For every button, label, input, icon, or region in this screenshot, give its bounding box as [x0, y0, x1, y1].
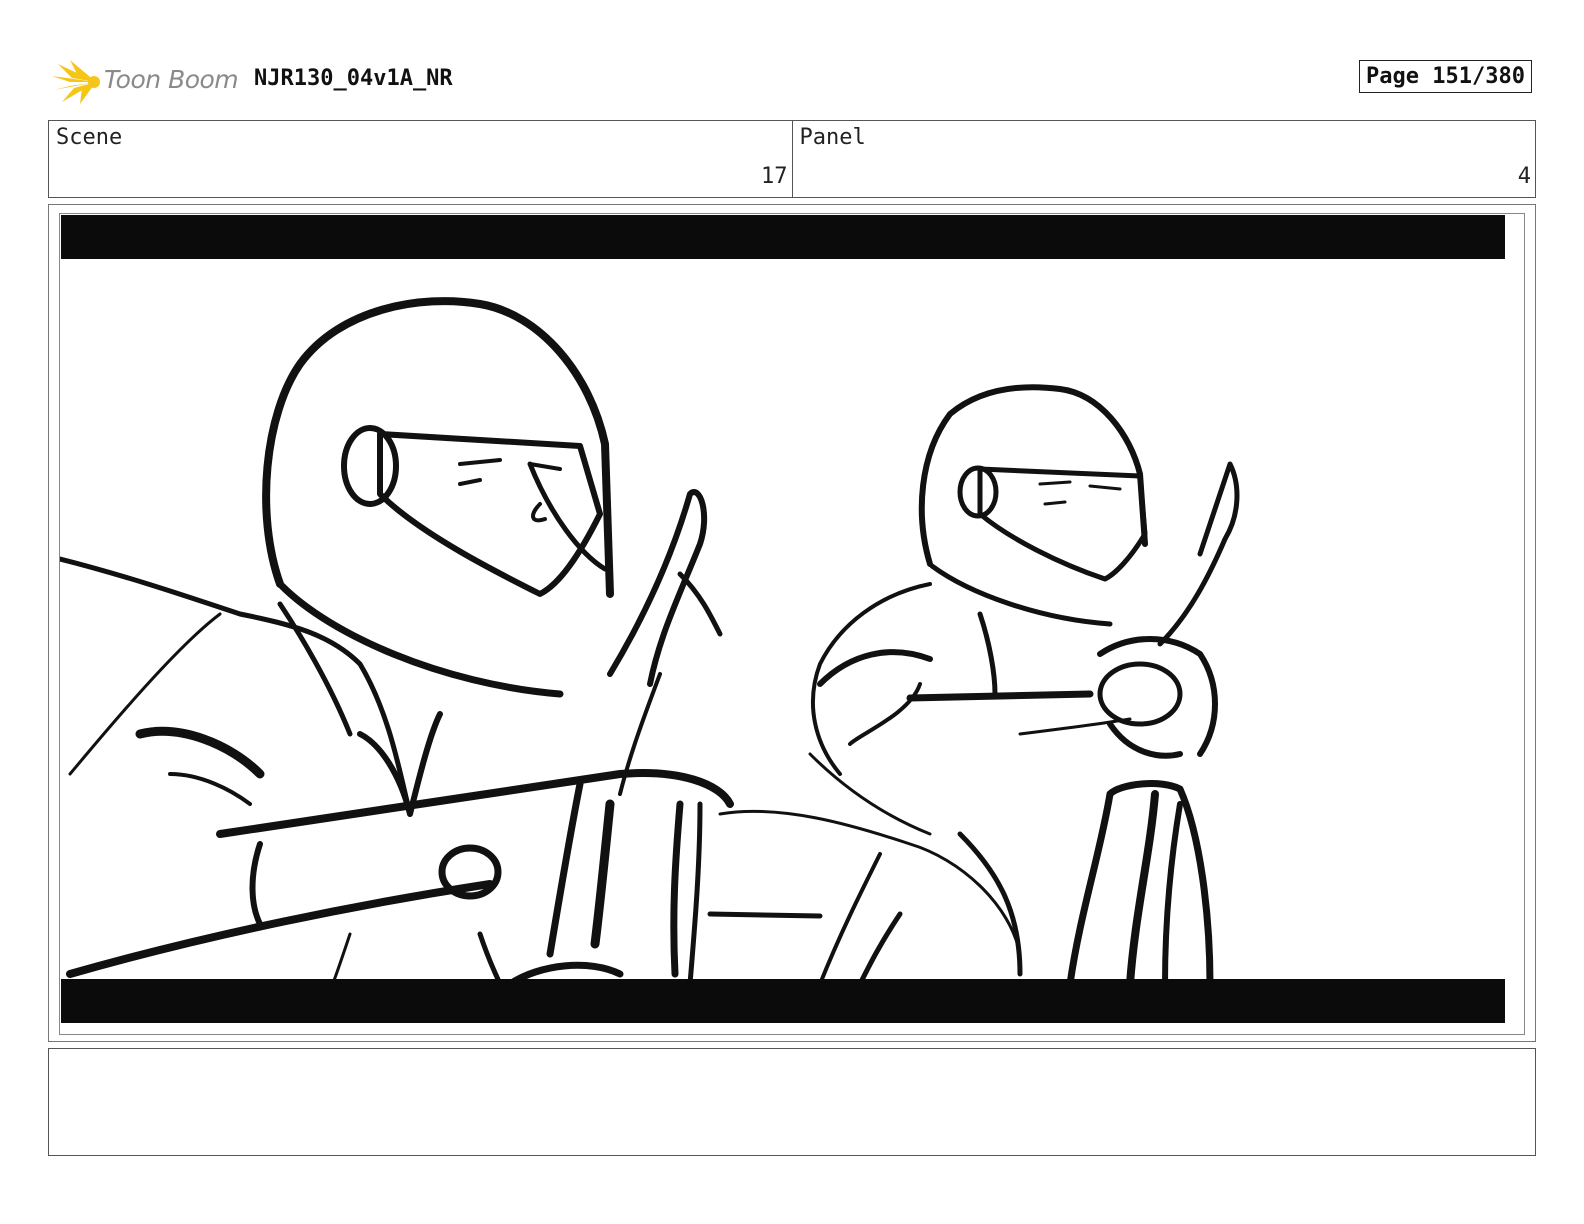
scene-panel-info: Scene 17 Panel 4 — [48, 120, 1536, 198]
toon-boom-logo: Toon Boom — [52, 56, 242, 106]
scene-label: Scene — [56, 125, 123, 150]
page-number: Page 151/380 — [1366, 64, 1525, 89]
logo-text: Toon Boom — [104, 65, 239, 94]
letterbox-bottom-bar — [61, 979, 1505, 1023]
page-header: Toon Boom NJR130_04v1A_NR Page 151/380 — [52, 56, 1532, 106]
scene-cell: Scene 17 — [49, 121, 792, 197]
storyboard-sketch — [59, 213, 1525, 1035]
starburst-icon — [52, 60, 100, 104]
panel-cell: Panel 4 — [791, 121, 1536, 197]
storyboard-panel-frame — [48, 204, 1536, 1042]
letterbox-top-bar — [61, 215, 1505, 259]
sketch-drawing — [60, 215, 1505, 1023]
panel-number: 4 — [1517, 164, 1531, 189]
panel-label: Panel — [799, 125, 866, 150]
panel-notes-box — [48, 1048, 1536, 1156]
scene-number: 17 — [761, 164, 788, 189]
page-number-box: Page 151/380 — [1359, 60, 1532, 93]
project-title: NJR130_04v1A_NR — [254, 66, 453, 91]
